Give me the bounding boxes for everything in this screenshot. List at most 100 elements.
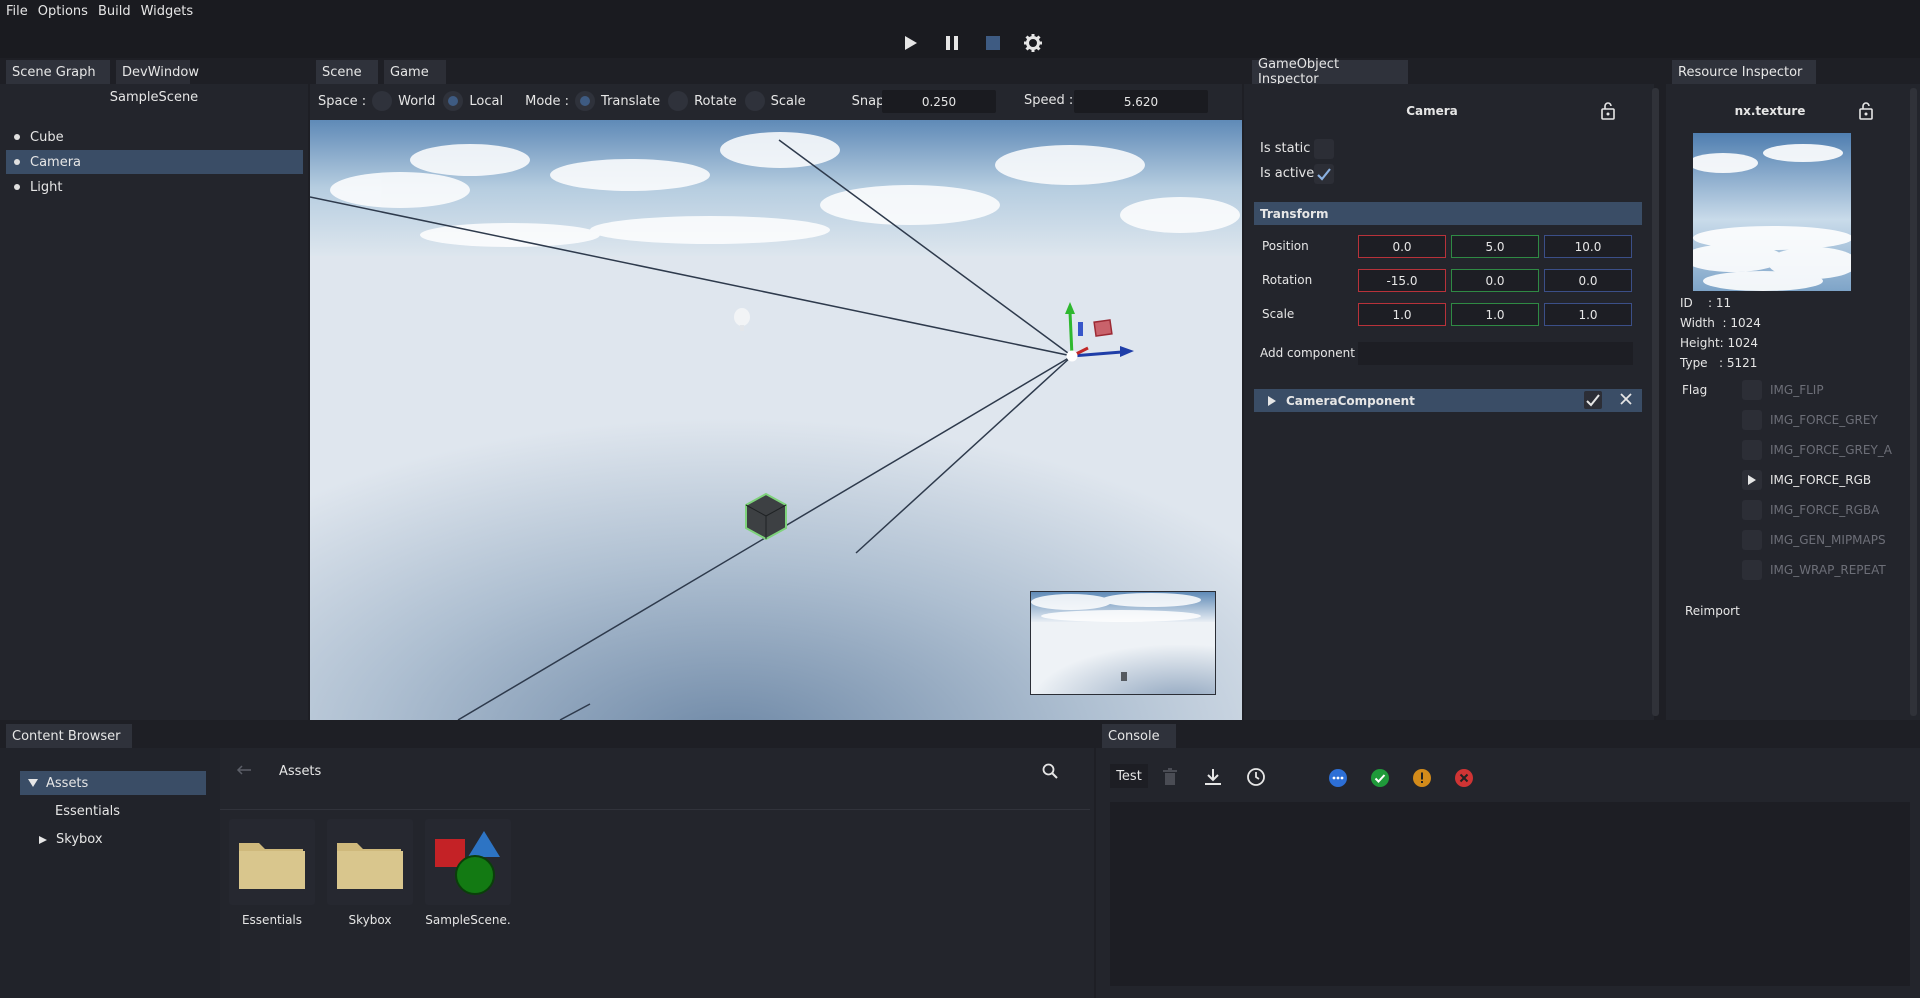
flag-checkbox[interactable] <box>1742 530 1762 550</box>
back-button[interactable] <box>236 764 252 779</box>
tab-scene-graph[interactable]: Scene Graph <box>6 60 110 84</box>
console-log-area[interactable] <box>1110 802 1910 986</box>
tab-resource-inspector[interactable]: Resource Inspector <box>1672 60 1816 84</box>
settings-button[interactable] <box>1021 31 1045 55</box>
toolbar <box>0 23 1920 58</box>
console-panel: Test <box>1096 748 1920 998</box>
pause-button[interactable] <box>940 31 964 55</box>
flag-img-gen-mipmaps[interactable]: IMG_GEN_MIPMAPS <box>1742 528 1886 552</box>
is-static-checkbox[interactable] <box>1314 139 1334 159</box>
type-row: Type : 5121 <box>1680 356 1758 370</box>
position-z-field[interactable]: 10.0 <box>1544 235 1632 258</box>
remove-component-button[interactable] <box>1620 393 1632 409</box>
tab-devwindow[interactable]: DevWindow <box>116 60 199 84</box>
play-button[interactable] <box>899 31 923 55</box>
add-component-input[interactable] <box>1358 342 1633 365</box>
flag-img-wrap-repeat[interactable]: IMG_WRAP_REPEAT <box>1742 558 1886 582</box>
flag-label-text: IMG_GEN_MIPMAPS <box>1770 533 1886 547</box>
flag-label-text: IMG_FORCE_GREY_A <box>1770 443 1892 457</box>
flag-img-force-grey-a[interactable]: IMG_FORCE_GREY_A <box>1742 438 1892 462</box>
flag-label-text: IMG_FORCE_GREY <box>1770 413 1878 427</box>
scene-item-light[interactable]: Light <box>6 175 303 199</box>
asset-essentials[interactable] <box>229 819 315 905</box>
tree-essentials[interactable]: Essentials <box>55 804 120 819</box>
resource-scrollbar[interactable] <box>1910 88 1917 716</box>
reimport-button[interactable]: Reimport <box>1685 604 1740 618</box>
tree-label: Skybox <box>56 832 103 847</box>
filter-info-button[interactable] <box>1328 768 1348 792</box>
flag-checkbox[interactable] <box>1742 500 1762 520</box>
height-row: Height: 1024 <box>1680 336 1759 350</box>
filter-success-button[interactable] <box>1370 768 1390 792</box>
scene-item-cube[interactable]: Cube <box>6 125 303 149</box>
tab-gameobject-inspector[interactable]: GameObject Inspector <box>1252 57 1408 87</box>
world-radio[interactable] <box>372 91 393 111</box>
scale-radio[interactable] <box>744 91 765 111</box>
tree-skybox[interactable]: Skybox <box>38 832 103 847</box>
asset-samplescene[interactable] <box>425 819 511 905</box>
history-button[interactable] <box>1246 767 1266 791</box>
tab-console[interactable]: Console <box>1102 724 1176 748</box>
position-x-field[interactable]: 0.0 <box>1358 235 1446 258</box>
translate-radio[interactable] <box>575 91 596 111</box>
tree-assets[interactable]: Assets <box>20 771 206 795</box>
menu-widgets[interactable]: Widgets <box>141 4 194 19</box>
save-log-button[interactable] <box>1204 768 1222 790</box>
filter-error-button[interactable] <box>1454 768 1474 792</box>
bullet-icon <box>14 134 20 140</box>
flag-img-force-rgba[interactable]: IMG_FORCE_RGBA <box>1742 498 1879 522</box>
menu-options[interactable]: Options <box>38 4 88 19</box>
snap-input[interactable]: 0.250 <box>882 90 996 113</box>
flag-img-force-rgb[interactable]: IMG_FORCE_RGB <box>1742 468 1871 492</box>
scale-y-field[interactable]: 1.0 <box>1451 303 1539 326</box>
asset-skybox[interactable] <box>327 819 413 905</box>
resource-lock-button[interactable] <box>1858 102 1874 124</box>
component-name: CameraComponent <box>1286 393 1415 408</box>
flag-checkbox[interactable] <box>1742 560 1762 580</box>
object-name: Camera <box>1406 104 1458 118</box>
component-enabled-checkbox[interactable] <box>1584 391 1602 409</box>
tab-game[interactable]: Game <box>384 60 446 84</box>
position-y-field[interactable]: 5.0 <box>1451 235 1539 258</box>
flag-checkbox[interactable] <box>1742 410 1762 430</box>
flag-img-force-grey[interactable]: IMG_FORCE_GREY <box>1742 408 1878 432</box>
lock-button[interactable] <box>1600 102 1616 124</box>
filter-warning-button[interactable] <box>1412 768 1432 792</box>
add-component-label: Add component <box>1260 346 1355 360</box>
flag-label: Flag <box>1682 383 1708 397</box>
flag-img-flip[interactable]: IMG_FLIP <box>1742 378 1824 402</box>
menu-build[interactable]: Build <box>98 4 131 19</box>
rotation-z-field[interactable]: 0.0 <box>1544 269 1632 292</box>
scene-view[interactable] <box>310 120 1242 720</box>
stop-button[interactable] <box>981 31 1005 55</box>
search-icon <box>1042 763 1058 779</box>
console-filter-input[interactable]: Test <box>1110 764 1148 788</box>
search-button[interactable] <box>1042 763 1058 783</box>
scene-item-camera[interactable]: Camera <box>6 150 303 174</box>
tab-scene[interactable]: Scene <box>316 60 378 84</box>
is-active-checkbox[interactable] <box>1314 164 1334 184</box>
transform-header[interactable]: Transform <box>1254 202 1642 225</box>
scale-z-field[interactable]: 1.0 <box>1544 303 1632 326</box>
tab-content-browser[interactable]: Content Browser <box>6 724 132 748</box>
camera-component-header[interactable]: CameraComponent <box>1254 389 1642 412</box>
flag-checkbox[interactable] <box>1742 380 1762 400</box>
rotation-y-field[interactable]: 0.0 <box>1451 269 1539 292</box>
speed-input[interactable]: 5.620 <box>1074 90 1208 113</box>
space-label: Space : <box>318 93 367 109</box>
folder-icon <box>337 843 403 889</box>
current-path: Assets <box>279 764 322 779</box>
rotate-radio[interactable] <box>668 91 689 111</box>
scale-label: Scale <box>1262 307 1295 321</box>
rotation-x-field[interactable]: -15.0 <box>1358 269 1446 292</box>
speed-label: Speed : <box>1024 93 1074 108</box>
inspector-scrollbar[interactable] <box>1652 88 1659 716</box>
menu-file[interactable]: File <box>6 4 28 19</box>
local-radio[interactable] <box>443 91 464 111</box>
asset-tree: Assets Essentials Skybox <box>0 748 220 998</box>
viewport-panel: Space : World Local Mode : Translate Rot… <box>310 84 1242 720</box>
flag-checkbox[interactable] <box>1742 440 1762 460</box>
flag-checkbox[interactable] <box>1742 470 1762 490</box>
scale-x-field[interactable]: 1.0 <box>1358 303 1446 326</box>
clear-console-button[interactable] <box>1162 768 1178 790</box>
